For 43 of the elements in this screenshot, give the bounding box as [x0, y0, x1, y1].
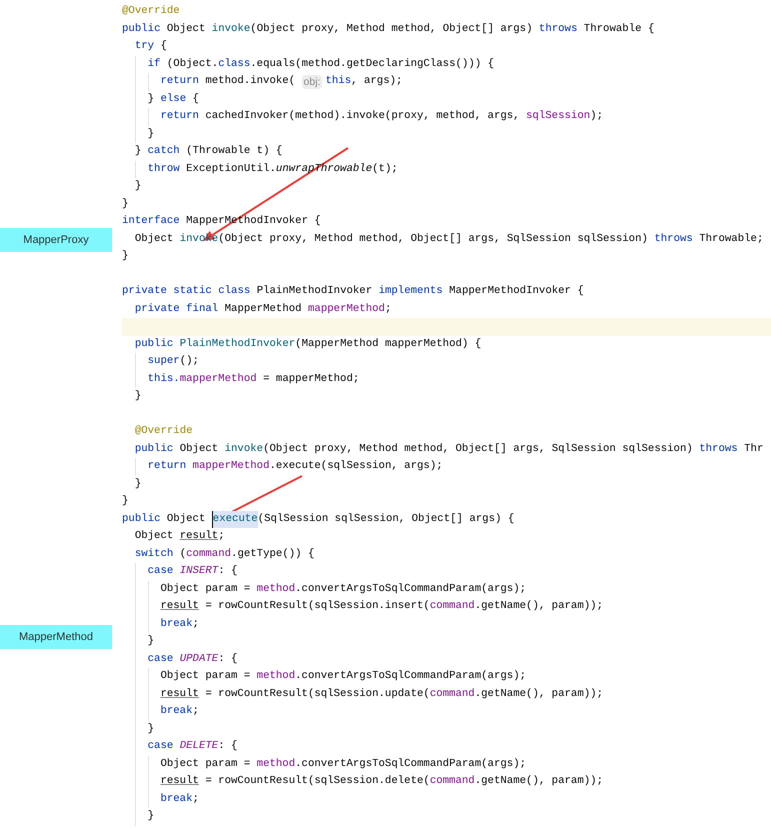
code-line: public Object invoke(Object proxy, Method method, Object[] args) throws Throwable { [122, 22, 656, 36]
code-line: this.mapperMethod = mapperMethod; [122, 370, 771, 388]
code-line: return method.invoke( obj: this, args); [122, 73, 771, 90]
code-line: public PlainMethodInvoker(MapperMethod mapperMethod) { [134, 336, 482, 352]
code-line: super(); [122, 353, 771, 370]
code-line: } [134, 476, 142, 492]
code-line: } [122, 494, 130, 509]
code-line: return cachedInvoker(method).invoke(proxy, method, args, sqlSession); [122, 108, 771, 126]
code-line: public Object invoke(Object proxy, Method method, Object[] args, SqlSession sqlSession) throws Thr [134, 442, 764, 456]
code-line: return mapperMethod.execute(sqlSession, args); [122, 458, 771, 476]
code-line: if (Object.class.equals(method.getDeclaringClass())) { [122, 56, 771, 73]
code-line: } [122, 249, 130, 264]
code-line: } [122, 196, 130, 212]
code-line: result = rowCountResult(sqlSession.insert(command.getName(), param)); [122, 598, 771, 616]
code-line: case INSERT: { [122, 563, 771, 580]
code-line: } else { [122, 90, 771, 108]
code-line: @Override [134, 424, 194, 439]
code-line: } [134, 389, 142, 404]
code-line: } catch (Throwable t) { [134, 144, 284, 159]
code-line: } [122, 720, 771, 738]
class-label: MapperMethod [0, 625, 112, 649]
code-line: break; [122, 616, 771, 633]
code-line: break; [122, 790, 771, 808]
code-line: } [134, 179, 142, 194]
code-line: private static class PlainMethodInvoker implements MapperMethodInvoker { [122, 284, 585, 299]
code-line: result = rowCountResult(sqlSession.update(command.getName(), param)); [122, 686, 771, 703]
code-line: public Object execute(SqlSession sqlSession, Object[] args) { [122, 510, 771, 528]
code-line: result = rowCountResult(sqlSession.delete(command.getName(), param)); [122, 773, 771, 790]
code-line: @Override [122, 4, 181, 19]
code-line: private final MapperMethod mapperMethod; [134, 302, 392, 316]
code-line: try { [134, 39, 168, 54]
code-line: switch (command.getType()) { [134, 546, 316, 562]
code-line: Object param = method.convertArgsToSqlCommandParam(args); [122, 756, 771, 773]
code-line: } [122, 126, 771, 143]
code-line: Object param = method.convertArgsToSqlCommandParam(args); [122, 668, 771, 686]
code-line: case UPDATE: { [122, 650, 771, 668]
class-label: MapperProxy [0, 228, 112, 252]
code-line: } [122, 808, 771, 826]
code-line: } [122, 633, 771, 650]
code-line: Object result; [134, 529, 226, 544]
code-line: Object param = method.convertArgsToSqlCommandParam(args); [122, 580, 771, 598]
code-line: case DELETE: { [122, 738, 771, 756]
code-line: break; [122, 703, 771, 720]
